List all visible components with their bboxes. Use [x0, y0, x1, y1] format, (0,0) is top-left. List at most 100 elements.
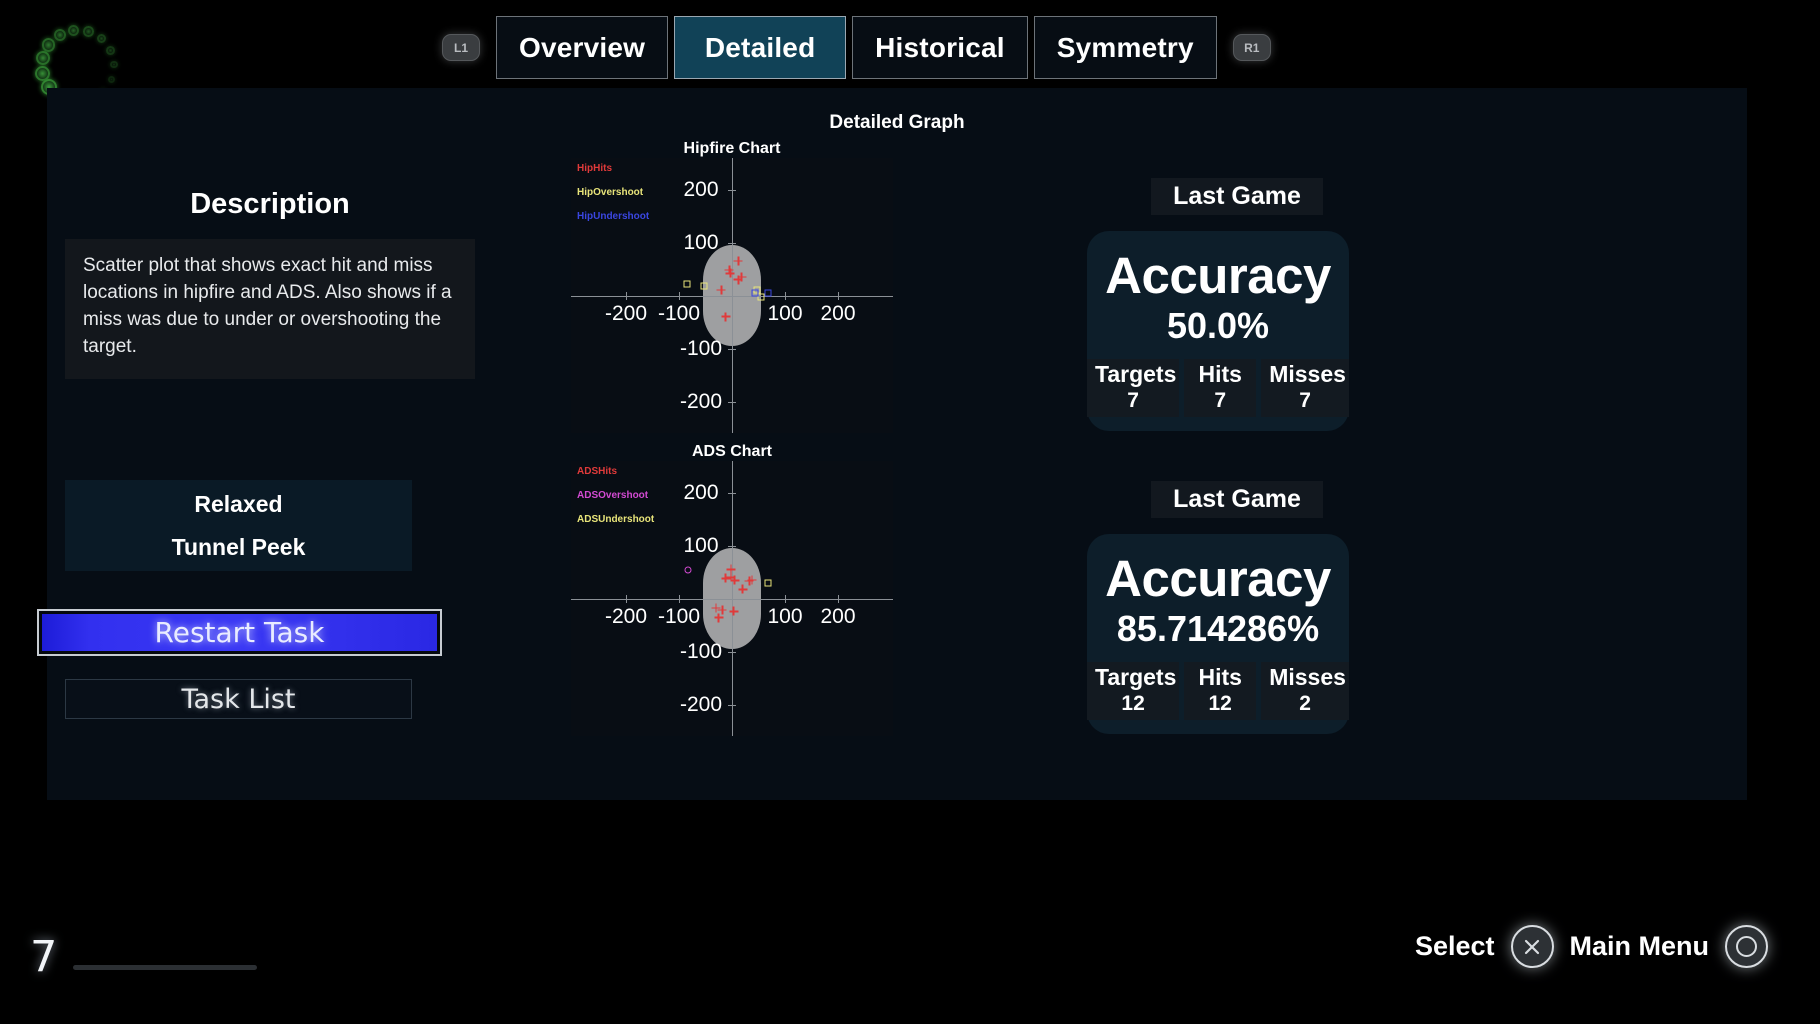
stat-misses-key: Misses	[1269, 360, 1346, 387]
y-tick-label: 100	[683, 230, 719, 254]
legend-item-hipundershoot: HipUndershoot	[577, 211, 650, 222]
stat-targets: Targets 12	[1087, 661, 1180, 720]
stat-misses-value: 7	[1299, 388, 1311, 412]
x-tick-mark	[626, 594, 627, 603]
stat-hits-key: Hits	[1198, 663, 1242, 690]
last-game-heading: Last Game	[1151, 178, 1323, 215]
x-tick-label: 100	[767, 604, 803, 628]
restart-task-label: Restart Task	[42, 614, 437, 651]
legend-item-hipovershoot: HipOvershoot	[577, 187, 644, 198]
data-point-hipovershoot	[700, 282, 708, 290]
hipfire-chart-plot-area[interactable]: HipHits HipOvershoot HipUndershoot -200 -100…	[571, 158, 893, 433]
x-tick-label: -100	[657, 301, 701, 325]
stat-targets-value: 7	[1127, 388, 1139, 412]
spinner-dot	[83, 26, 94, 37]
accuracy-value: 85.714286%	[1116, 607, 1320, 649]
spinner-dot	[108, 75, 115, 83]
circle-button-icon[interactable]	[1725, 925, 1768, 968]
stat-columns: Targets 12 Hits 12 Misses 2	[1087, 661, 1349, 720]
x-tick-mark	[626, 291, 627, 300]
page-number: 7	[30, 932, 58, 982]
tab-overview[interactable]: Overview	[496, 16, 669, 79]
x-tick-label: 200	[820, 301, 856, 325]
stat-hits-key: Hits	[1198, 360, 1242, 387]
data-point-adsundershoot	[764, 579, 772, 587]
hipfire-chart-title: Hipfire Chart	[683, 140, 781, 157]
legend-item-adshits: ADSHits	[577, 466, 618, 477]
stat-hits: Hits 7	[1184, 358, 1257, 417]
circle-glyph-inner	[1736, 936, 1757, 957]
tab-historical[interactable]: Historical	[852, 16, 1028, 79]
mode-name-label: Tunnel Peek	[171, 533, 306, 560]
l1-shoulder-hint[interactable]: L1	[442, 34, 480, 61]
task-list-button[interactable]: Task List	[65, 679, 412, 719]
y-tick-mark	[728, 401, 736, 403]
x-tick-mark	[785, 291, 786, 300]
y-tick-mark	[728, 189, 736, 191]
accuracy-label: Accuracy	[1105, 247, 1331, 304]
app-root: L1 Overview Detailed Historical Symmetry…	[0, 0, 1820, 1024]
data-point-hiphits	[733, 256, 743, 266]
y-tick-label: -200	[679, 692, 723, 716]
legend-item-hiphits: HipHits	[577, 163, 612, 174]
data-point-hipovershoot	[683, 280, 691, 288]
last-game-heading: Last Game	[1151, 481, 1323, 518]
data-point-hipundershoot	[751, 289, 759, 297]
y-tick-mark	[728, 704, 736, 706]
x-tick-label: 200	[820, 604, 856, 628]
spinner-dot	[35, 51, 50, 66]
tab-symmetry[interactable]: Symmetry	[1033, 16, 1217, 79]
mode-difficulty-label: Relaxed	[194, 490, 283, 517]
description-text: Scatter plot that shows exact hit and mi…	[65, 239, 475, 379]
y-tick-mark	[728, 242, 736, 244]
stat-hits-value: 7	[1214, 388, 1227, 412]
r1-shoulder-hint[interactable]: R1	[1232, 34, 1271, 61]
accuracy-card: Accuracy 50.0% Targets 7 Hits 7 Misses 7	[1087, 231, 1349, 431]
legend-item-adsundershoot: ADSUndershoot	[577, 514, 655, 525]
chart-legend: HipHits HipOvershoot HipUndershoot	[577, 164, 649, 236]
spinner-dot	[96, 33, 107, 44]
accuracy-card: Accuracy 85.714286% Targets 12 Hits 12 M…	[1087, 534, 1349, 734]
description-title: Description	[190, 188, 350, 220]
page-title: Detailed Graph	[829, 112, 965, 133]
last-game-heading-row: Last Game	[1087, 481, 1387, 518]
restart-task-button[interactable]: Restart Task	[37, 609, 442, 656]
stat-targets-value: 12	[1121, 691, 1145, 715]
stats-card-ads: Last Game Accuracy 85.714286% Targets 12…	[1087, 481, 1387, 734]
accuracy-label: Accuracy	[1105, 550, 1331, 607]
x-tick-label: -200	[604, 301, 648, 325]
stat-hits-value: 12	[1208, 691, 1232, 715]
main-content-panel: Detailed Graph Description Scatter plot …	[37, 88, 1747, 800]
cross-button-icon[interactable]	[1510, 925, 1554, 968]
y-tick-mark	[728, 348, 736, 350]
y-tick-label: -100	[679, 639, 723, 663]
tab-bar: L1 Overview Detailed Historical Symmetry…	[432, 16, 1281, 79]
x-tick-mark	[838, 594, 839, 603]
ads-chart-title: ADS Chart	[691, 443, 772, 460]
spinner-dot	[35, 65, 51, 81]
data-point-adshits	[730, 575, 740, 585]
tab-detailed[interactable]: Detailed	[674, 16, 847, 79]
main-menu-hint-label: Main Menu	[1569, 931, 1710, 961]
stat-misses-value: 2	[1299, 691, 1311, 715]
stats-card-hipfire: Last Game Accuracy 50.0% Targets 7 Hits …	[1087, 178, 1387, 431]
x-tick-mark	[679, 291, 680, 300]
stat-targets-key: Targets	[1095, 360, 1177, 387]
data-point-adshits	[714, 613, 724, 623]
stat-misses-key: Misses	[1269, 663, 1346, 690]
x-tick-label: -100	[657, 604, 701, 628]
stat-targets-key: Targets	[1095, 663, 1177, 690]
chart-legend: ADSHits ADSOvershoot ADSUndershoot	[577, 467, 654, 539]
accuracy-value: 50.0%	[1166, 304, 1270, 346]
data-point-adshits	[729, 606, 739, 616]
bottom-bar: 7 Select Main Menu	[0, 920, 1820, 1024]
ads-chart-plot-area[interactable]: ADSHits ADSOvershoot ADSUndershoot -200 -100…	[571, 461, 893, 736]
progress-bar[interactable]	[73, 965, 257, 970]
spinner-dot	[67, 24, 80, 36]
stat-misses: Misses 7	[1261, 358, 1349, 417]
x-tick-mark	[785, 594, 786, 603]
last-game-heading-row: Last Game	[1087, 178, 1387, 215]
controller-hints: Select Main Menu	[1415, 925, 1768, 968]
select-hint-label: Select	[1414, 931, 1495, 961]
data-point-hipundershoot	[764, 289, 772, 297]
